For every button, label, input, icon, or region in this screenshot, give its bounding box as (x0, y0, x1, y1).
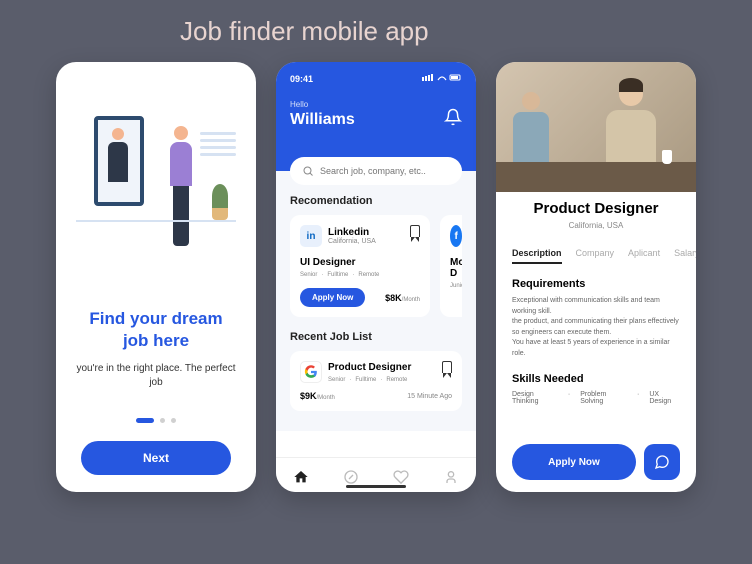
nav-saved-icon[interactable] (392, 468, 410, 486)
apply-button[interactable]: Apply Now (300, 288, 365, 307)
bookmark-icon[interactable] (442, 361, 452, 373)
job-card[interactable]: f Fa Ca Motion D Junior·Ful (440, 215, 462, 317)
job-detail-location: California, USA (512, 221, 680, 230)
tab-salary[interactable]: Salary (674, 248, 696, 264)
company-location: California, USA (328, 238, 376, 245)
job-hero-image (496, 62, 696, 192)
google-icon (300, 361, 322, 383)
apply-now-button[interactable]: Apply Now (512, 444, 636, 480)
chat-button[interactable] (644, 444, 680, 480)
linkedin-icon: in (300, 225, 322, 247)
job-tags: Senior· Fulltime· Remote (300, 272, 420, 278)
notification-icon[interactable] (444, 108, 462, 126)
requirements-text: Exceptional with communication skills an… (512, 296, 680, 359)
job-detail-screen: Product Designer California, USA Descrip… (496, 62, 696, 492)
skills-list: Design Thinking· Problem Solving· UX Des… (512, 391, 680, 405)
search-icon (302, 165, 314, 177)
greeting-label: Hello (290, 100, 462, 109)
salary: $8K/Month (385, 293, 420, 303)
job-detail-title: Product Designer (512, 200, 680, 217)
home-screen: 09:41 Hello Williams Recomendation in Li… (276, 62, 476, 492)
search-input[interactable] (320, 166, 450, 176)
tab-description[interactable]: Description (512, 248, 562, 264)
recent-time: 15 Minute Ago (407, 393, 452, 400)
facebook-icon: f (450, 225, 462, 247)
job-role: UI Designer (300, 257, 420, 268)
search-bar[interactable] (290, 157, 462, 185)
nav-profile-icon[interactable] (442, 468, 460, 486)
home-indicator (346, 485, 406, 488)
recent-job-card[interactable]: Product Designer Senior· Fulltime· Remot… (290, 351, 462, 411)
nav-home-icon[interactable] (292, 468, 310, 486)
recent-salary: $9K/Month (300, 391, 335, 401)
user-name: Williams (290, 111, 462, 129)
nav-explore-icon[interactable] (342, 468, 360, 486)
company-name: Linkedin (328, 227, 376, 238)
status-icons (422, 74, 462, 84)
recent-job-tags: Senior· Fulltime· Remote (328, 377, 411, 383)
next-button[interactable]: Next (81, 441, 231, 475)
job-card[interactable]: in Linkedin California, USA UI Designer … (290, 215, 430, 317)
onboarding-title: Find your dream job here (89, 308, 222, 352)
detail-tabs: Description Company Aplicant Salary (512, 248, 680, 264)
onboarding-screen: Find your dream job here you're in the r… (56, 62, 256, 492)
bookmark-icon[interactable] (410, 225, 420, 237)
onboarding-illustration (76, 108, 236, 268)
tab-company[interactable]: Company (576, 248, 615, 264)
recent-job-title: Product Designer (328, 362, 411, 373)
requirements-heading: Requirements (512, 278, 680, 290)
recent-title: Recent Job List (290, 331, 462, 343)
recommendation-title: Recomendation (290, 195, 462, 207)
tab-applicant[interactable]: Aplicant (628, 248, 660, 264)
status-bar: 09:41 (290, 74, 462, 84)
page-title: Job finder mobile app (0, 0, 752, 55)
skills-heading: Skills Needed (512, 373, 680, 385)
page-dots[interactable] (136, 418, 176, 423)
onboarding-subtitle: you're in the right place. The perfect j… (74, 362, 238, 390)
